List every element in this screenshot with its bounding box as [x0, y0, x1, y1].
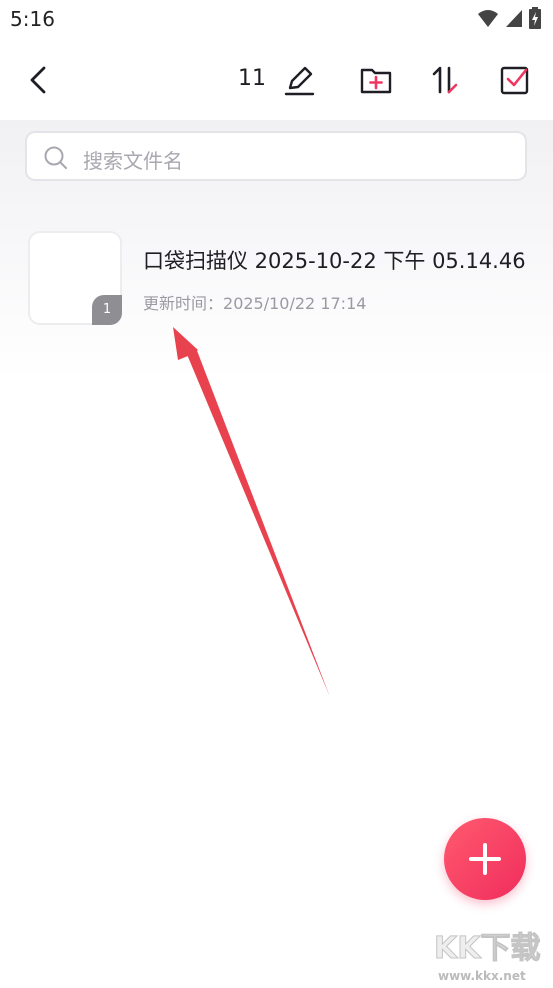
watermark-url: www.kkx.net: [438, 969, 526, 983]
updated-label: 更新时间：: [143, 294, 224, 313]
signal-icon: [506, 10, 522, 27]
rename-button[interactable]: [280, 60, 320, 100]
search-input[interactable]: 搜索文件名: [25, 131, 527, 181]
edit-pencil-icon: [284, 66, 315, 96]
battery-icon: [529, 7, 541, 29]
sort-button[interactable]: [425, 60, 465, 100]
updated-value: 2025/10/22 17:14: [223, 294, 367, 313]
back-arrow-icon: [30, 66, 46, 94]
page-count-badge: 1: [92, 295, 122, 325]
watermark-brand: KK下载: [434, 931, 541, 966]
new-folder-button[interactable]: [356, 60, 396, 100]
status-bar: 5:16: [0, 0, 553, 38]
search-icon: [44, 146, 67, 169]
plus-icon: [469, 843, 501, 875]
new-folder-icon: [360, 68, 392, 94]
file-thumbnail[interactable]: 1: [28, 231, 122, 325]
select-button[interactable]: [495, 60, 535, 100]
wifi-icon: [478, 10, 498, 27]
watermark-logo: KK下载 www.kkx.net: [408, 926, 548, 984]
top-toolbar: 11: [0, 42, 553, 118]
select-checkbox-icon: [500, 66, 529, 95]
file-title: 口袋扫描仪 2025-10-22 下午 05.14.46: [143, 249, 526, 273]
file-list-item[interactable]: 1 口袋扫描仪 2025-10-22 下午 05.14.46 更新时间：2025…: [0, 228, 553, 328]
file-updated-time: 更新时间：2025/10/22 17:14: [143, 290, 366, 314]
back-button[interactable]: [22, 60, 58, 100]
search-placeholder: 搜索文件名: [83, 149, 183, 173]
sort-icon: [432, 66, 458, 94]
status-icons: [477, 7, 541, 29]
add-button[interactable]: [444, 818, 526, 900]
file-count: 11: [238, 66, 266, 91]
status-time: 5:16: [10, 7, 55, 31]
